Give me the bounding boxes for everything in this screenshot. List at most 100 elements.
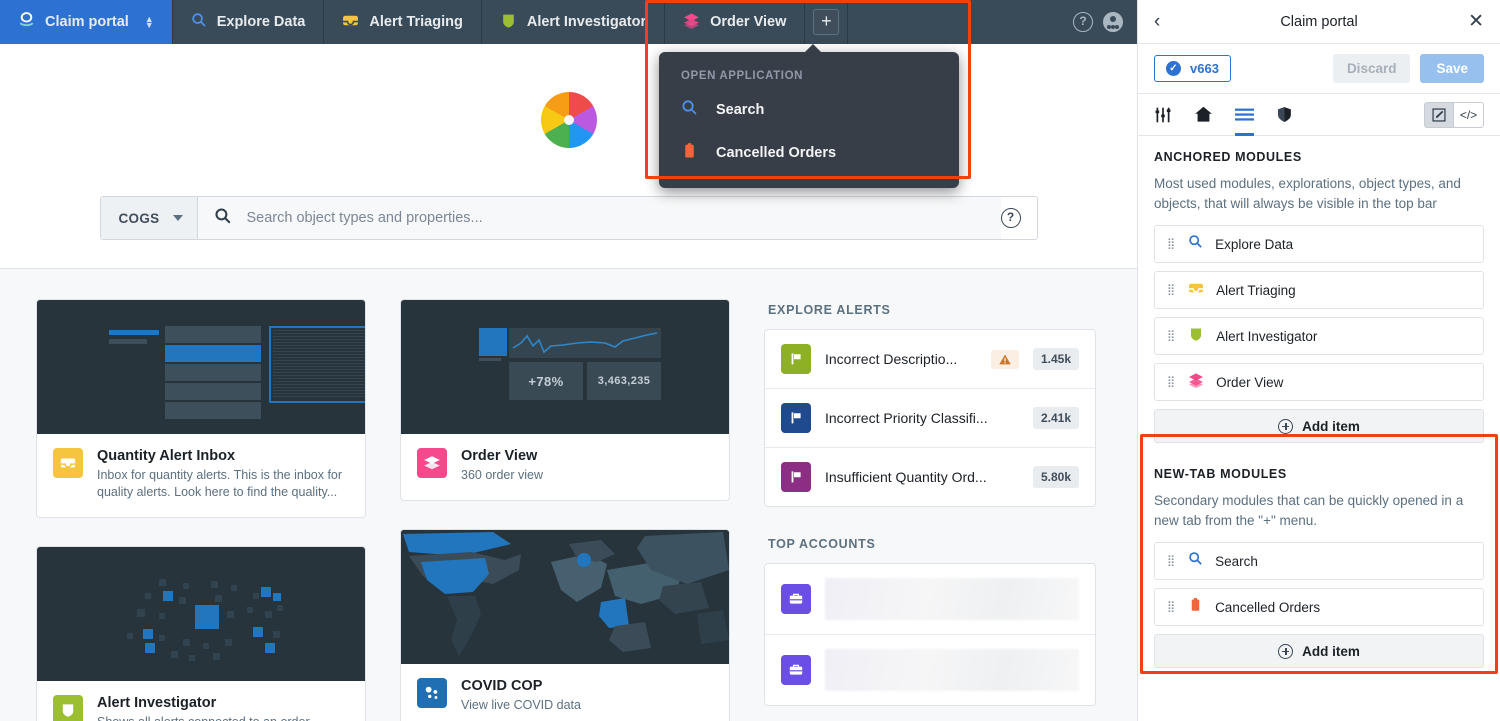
redacted-account-name xyxy=(825,578,1079,620)
tab-explore-data[interactable]: Explore Data xyxy=(173,0,325,44)
shield-icon xyxy=(1188,326,1204,347)
add-item-button-newtab[interactable]: Add item xyxy=(1154,634,1484,669)
card-order-view[interactable]: +78% 3,463,235 Order View 360 order view xyxy=(400,299,730,501)
user-avatar-icon[interactable] xyxy=(1103,12,1123,32)
tab-modules[interactable] xyxy=(1235,94,1254,136)
module-label: Cancelled Orders xyxy=(1215,599,1321,615)
card-column-1: Quantity Alert Inbox Inbox for quantity … xyxy=(36,299,366,721)
tab-label: Claim portal xyxy=(45,14,129,30)
flag-icon xyxy=(781,462,811,492)
tab-home[interactable] xyxy=(1194,94,1213,136)
explore-alerts-header: EXPLORE ALERTS xyxy=(768,303,891,317)
add-item-label: Add item xyxy=(1302,418,1360,434)
tab-label: Explore Data xyxy=(216,14,306,30)
add-tab-button[interactable]: + xyxy=(813,9,840,35)
card-footer: Order View 360 order view xyxy=(401,434,729,500)
drag-handle-icon[interactable]: ⣿ xyxy=(1167,331,1176,342)
app-logo-hero xyxy=(0,44,1137,196)
module-row-alert-triaging[interactable]: ⣿ Alert Triaging xyxy=(1154,271,1484,310)
tab-alert-investigator[interactable]: Alert Investigator xyxy=(482,0,666,44)
scatter-icon xyxy=(417,677,447,708)
card-title: Alert Investigator xyxy=(97,694,217,711)
card-covid-cop[interactable]: COVID COP View live COVID data xyxy=(400,528,730,721)
stat-tile-count: 3,463,235 xyxy=(587,362,661,400)
card-text: COVID COP View live COVID data xyxy=(461,678,581,714)
panel-header: ‹ Claim portal ✕ xyxy=(1138,0,1500,44)
card-subtitle: 360 order view xyxy=(461,468,543,482)
menu-item-cancelled-orders[interactable]: Cancelled Orders xyxy=(659,131,959,174)
top-accounts-header: TOP ACCOUNTS xyxy=(768,537,876,551)
module-row-explore-data[interactable]: ⣿ Explore Data xyxy=(1154,225,1484,264)
search-icon xyxy=(191,12,207,32)
clipboard-icon xyxy=(681,142,698,163)
list-item[interactable]: Insufficient Quantity Ord... 5.80k xyxy=(765,448,1095,506)
view-toggle-group: </> xyxy=(1424,101,1484,128)
tab-settings[interactable] xyxy=(1154,94,1172,136)
discard-button[interactable]: Discard xyxy=(1332,54,1411,83)
module-row-order-view[interactable]: ⣿ Order View xyxy=(1154,363,1484,402)
tab-label: Alert Investigator xyxy=(526,14,647,30)
search-input[interactable] xyxy=(246,210,985,226)
search-scope-label: COGS xyxy=(118,210,160,226)
drag-handle-icon[interactable]: ⣿ xyxy=(1167,285,1176,296)
inbox-icon xyxy=(342,12,359,33)
drag-handle-icon[interactable]: ⣿ xyxy=(1167,602,1176,613)
graph-thumbnail xyxy=(37,547,365,681)
alert-count: 5.80k xyxy=(1032,466,1079,488)
tab-order-view[interactable]: Order View xyxy=(665,0,806,44)
warning-icon xyxy=(999,354,1011,364)
add-item-label: Add item xyxy=(1302,643,1360,659)
card-text: Order View 360 order view xyxy=(461,448,543,484)
add-item-button-anchored[interactable]: Add item xyxy=(1154,409,1484,444)
close-icon[interactable]: ✕ xyxy=(1460,10,1484,33)
code-icon[interactable]: </> xyxy=(1454,101,1484,128)
list-item[interactable]: Incorrect Descriptio... 1.45k xyxy=(765,330,1095,389)
chevron-left-icon[interactable]: ‹ xyxy=(1154,11,1178,33)
app-switcher-icon[interactable]: ▲ ▼ xyxy=(145,15,154,30)
card-thumbnail xyxy=(401,529,729,664)
card-quantity-alert-inbox[interactable]: Quantity Alert Inbox Inbox for quantity … xyxy=(36,299,366,518)
layers-icon xyxy=(417,448,447,478)
version-chip[interactable]: ✓ v663 xyxy=(1154,55,1231,82)
list-icon xyxy=(1235,108,1254,121)
app-home-content: COGS ? xyxy=(0,44,1137,721)
module-row-alert-investigator[interactable]: ⣿ Alert Investigator xyxy=(1154,317,1484,356)
card-alert-investigator[interactable]: Alert Investigator Shows all alerts conn… xyxy=(36,545,366,721)
tab-permissions[interactable] xyxy=(1276,94,1293,136)
drag-handle-icon[interactable]: ⣿ xyxy=(1167,377,1176,388)
alert-label: Incorrect Priority Classifi... xyxy=(825,410,988,426)
panel-body: ANCHORED MODULES Most used modules, expl… xyxy=(1138,136,1500,721)
newtab-modules-section: NEW-TAB MODULES Secondary modules that c… xyxy=(1154,465,1484,669)
search-icon xyxy=(214,207,232,230)
drag-handle-icon[interactable]: ⣿ xyxy=(1167,556,1176,567)
clipboard-icon xyxy=(1188,597,1203,617)
inbox-icon xyxy=(53,448,83,478)
world-map-icon xyxy=(401,529,729,664)
card-column-2: +78% 3,463,235 Order View 360 order view… xyxy=(400,299,730,721)
tab-alert-triaging[interactable]: Alert Triaging xyxy=(324,0,482,44)
module-row-cancelled-orders[interactable]: ⣿ Cancelled Orders xyxy=(1154,588,1484,627)
module-row-search[interactable]: ⣿ Search xyxy=(1154,542,1484,581)
list-item[interactable]: Incorrect Priority Classifi... 2.41k xyxy=(765,389,1095,448)
topbar-right-actions: ? xyxy=(1073,0,1137,44)
module-label: Alert Triaging xyxy=(1216,282,1296,298)
list-item[interactable] xyxy=(765,564,1095,635)
configuration-side-panel: ‹ Claim portal ✕ ✓ v663 Discard Save </>… xyxy=(1137,0,1500,721)
edit-icon[interactable] xyxy=(1424,101,1454,128)
search-scope-dropdown[interactable]: COGS xyxy=(100,197,199,239)
briefcase-icon xyxy=(781,584,811,614)
card-footer: Alert Investigator Shows all alerts conn… xyxy=(37,681,365,721)
list-item[interactable] xyxy=(765,635,1095,705)
save-button[interactable]: Save xyxy=(1420,54,1484,83)
panel-title: Claim portal xyxy=(1280,13,1358,30)
menu-item-search[interactable]: Search xyxy=(659,88,959,131)
help-icon[interactable]: ? xyxy=(1073,12,1093,32)
tab-claim-portal[interactable]: Claim portal ▲ ▼ xyxy=(0,0,173,44)
search-help-icon[interactable]: ? xyxy=(1000,208,1021,228)
alert-label: Insufficient Quantity Ord... xyxy=(825,469,987,485)
plus-circle-icon xyxy=(1278,418,1294,434)
card-title: COVID COP xyxy=(461,677,543,694)
add-tab-region: + xyxy=(805,0,849,44)
drag-handle-icon[interactable]: ⣿ xyxy=(1167,239,1176,250)
